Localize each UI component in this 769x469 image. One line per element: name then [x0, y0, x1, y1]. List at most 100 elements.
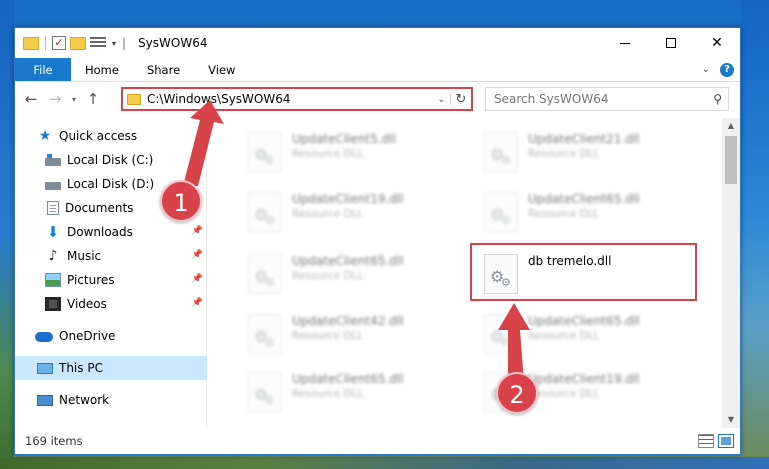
- local-disk-icon: [45, 182, 61, 190]
- file-name: UpdateClient65.dll: [528, 314, 640, 328]
- window-title: SysWOW64: [138, 36, 208, 50]
- documents-icon: [47, 201, 59, 215]
- ribbon-right-controls: ⌄ ?: [702, 58, 740, 81]
- file-name: UpdateClient65.dll: [292, 372, 404, 386]
- file-name: UpdateClient42.dll: [292, 314, 404, 328]
- dll-file-icon: ⚙⚙: [248, 254, 282, 294]
- sidebar-item-onedrive[interactable]: OneDrive: [15, 324, 207, 348]
- address-folder-icon: [127, 93, 141, 105]
- address-history-chevron-icon[interactable]: ⌄: [433, 93, 451, 105]
- help-icon[interactable]: ?: [720, 62, 734, 77]
- file-item[interactable]: ⚙⚙ UpdateClient19.dllResource DLL: [454, 366, 680, 426]
- navigation-bar: ← → ▾ ↑ C:\Windows\SysWOW64 ⌄ ↻ ⚲: [15, 83, 740, 115]
- sidebar-item-pictures[interactable]: Pictures 📌: [15, 268, 207, 292]
- sidebar-item-videos[interactable]: Videos 📌: [15, 292, 207, 316]
- large-icons-view-icon[interactable]: [718, 434, 734, 448]
- sidebar-item-quick-access[interactable]: ★ Quick access: [15, 124, 207, 148]
- folder-icon: [23, 36, 39, 50]
- desktop-wallpaper-bottom: [0, 457, 769, 469]
- file-type: Resource DLL: [292, 388, 364, 400]
- file-type: Resource DLL: [292, 208, 364, 220]
- address-path[interactable]: C:\Windows\SysWOW64: [147, 92, 291, 106]
- music-icon: ♪: [48, 248, 58, 264]
- onedrive-icon: [35, 332, 53, 342]
- scroll-up-icon[interactable]: ▲: [722, 118, 740, 134]
- sidebar-item-label: OneDrive: [59, 329, 116, 343]
- close-button[interactable]: ✕: [694, 28, 740, 58]
- sidebar-item-downloads[interactable]: ⬇ Downloads 📌: [15, 220, 207, 244]
- title-separator: |: [122, 36, 127, 50]
- dll-file-icon: ⚙⚙: [484, 192, 518, 232]
- refresh-icon[interactable]: ↻: [451, 92, 471, 107]
- sidebar-item-label: Music: [67, 249, 102, 263]
- step-1-badge: 1: [160, 180, 202, 222]
- file-name: UpdateClient21.dll: [528, 132, 640, 146]
- sidebar-item-this-pc[interactable]: This PC: [15, 356, 207, 380]
- tab-file[interactable]: File: [15, 58, 71, 81]
- file-item[interactable]: ⚙ ⚙ UpdateClient5.dll Resource DLL: [218, 126, 444, 186]
- tab-home[interactable]: Home: [71, 58, 133, 81]
- search-icon[interactable]: ⚲: [713, 92, 722, 106]
- file-item[interactable]: ⚙ ⚙ UpdateClient65.dll Resource DLL: [454, 308, 680, 368]
- back-arrow-icon[interactable]: ←: [19, 90, 43, 108]
- file-item[interactable]: ⚙ ⚙ UpdateClient21.dll Resource DLL: [454, 126, 680, 186]
- star-icon: ★: [38, 128, 52, 144]
- search-input[interactable]: [494, 92, 694, 106]
- sidebar-item-local-disk-c[interactable]: Local Disk (C:): [15, 148, 207, 172]
- file-type: Resource DLL: [528, 148, 600, 160]
- pictures-icon: [45, 273, 61, 287]
- file-item[interactable]: ⚙⚙ UpdateClient19.dllResource DLL: [218, 186, 444, 246]
- pin-icon[interactable]: 📌: [192, 274, 203, 284]
- vertical-scrollbar[interactable]: ▲ ▼: [722, 118, 740, 428]
- navigation-pane: ★ Quick access Local Disk (C:) Local Dis…: [15, 118, 207, 428]
- quick-access-toolbar: ✓ ▾: [23, 36, 116, 50]
- new-folder-icon[interactable]: [70, 36, 86, 50]
- file-type: Resource DLL: [528, 388, 600, 400]
- dll-file-icon: ⚙⚙: [248, 372, 282, 412]
- recent-locations-chevron-icon[interactable]: ▾: [67, 95, 81, 104]
- file-item[interactable]: ⚙ ⚙ UpdateClient65.dll Resource DLL: [454, 186, 680, 246]
- sidebar-item-label: This PC: [59, 361, 103, 375]
- dll-file-icon: ⚙⚙: [248, 314, 282, 354]
- file-name: UpdateClient19.dll: [528, 372, 640, 386]
- properties-check-icon[interactable]: ✓: [52, 36, 66, 50]
- file-type: Resource DLL: [528, 208, 600, 220]
- dll-file-icon: ⚙⚙: [484, 132, 518, 172]
- address-bar[interactable]: C:\Windows\SysWOW64 ⌄ ↻: [121, 87, 473, 111]
- this-pc-icon: [37, 362, 53, 374]
- tab-view[interactable]: View: [194, 58, 249, 81]
- window-controls: ✕: [602, 28, 740, 58]
- desktop-wallpaper-right: [741, 0, 769, 469]
- ribbon-tabs: File Home Share View ⌄ ?: [15, 58, 740, 82]
- file-item[interactable]: ⚙ ⚙ UpdateClient65.dll Resource DLL: [218, 248, 444, 308]
- view-toggle: [698, 434, 734, 448]
- pin-icon[interactable]: 📌: [192, 250, 203, 260]
- downloads-icon: ⬇: [46, 223, 60, 241]
- minimize-icon: [620, 42, 630, 44]
- file-item[interactable]: ⚙ ⚙ UpdateClient65.dll Resource DLL: [218, 366, 444, 426]
- file-item[interactable]: ⚙ ⚙ UpdateClient42.dll Resource DLL: [218, 308, 444, 368]
- expand-ribbon-chevron-icon[interactable]: ⌄: [702, 64, 710, 75]
- pin-icon[interactable]: 📌: [192, 298, 203, 308]
- properties-icon[interactable]: [90, 36, 106, 50]
- customize-toolbar-chevron-icon[interactable]: ▾: [112, 39, 116, 48]
- file-type: Resource DLL: [292, 270, 364, 282]
- sidebar-item-music[interactable]: ♪ Music 📌: [15, 244, 207, 268]
- scroll-down-icon[interactable]: ▼: [722, 412, 740, 428]
- sidebar-item-label: Documents: [65, 201, 134, 215]
- minimize-button[interactable]: [602, 28, 648, 58]
- pin-icon[interactable]: 📌: [192, 226, 203, 236]
- maximize-button[interactable]: [648, 28, 694, 58]
- title-bar: ✓ ▾ | SysWOW64 ✕: [15, 28, 740, 58]
- forward-arrow-icon[interactable]: →: [43, 90, 67, 108]
- tab-share[interactable]: Share: [133, 58, 194, 81]
- desktop-wallpaper-left: [0, 0, 14, 469]
- details-view-icon[interactable]: [698, 434, 714, 448]
- sidebar-item-network[interactable]: Network: [15, 388, 207, 412]
- local-disk-icon: [45, 154, 61, 166]
- sidebar-item-label: Pictures: [67, 273, 115, 287]
- search-box[interactable]: ⚲: [485, 87, 729, 111]
- up-arrow-icon[interactable]: ↑: [81, 90, 105, 108]
- file-highlight-box: [470, 243, 697, 301]
- scrollbar-thumb[interactable]: [725, 136, 737, 184]
